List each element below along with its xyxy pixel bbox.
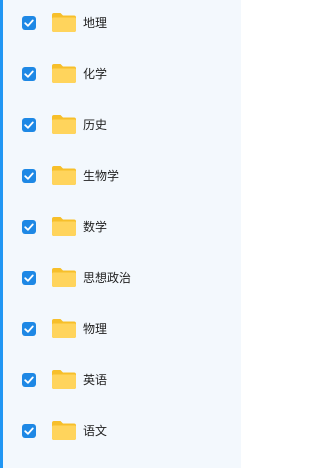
checkbox-checked[interactable] <box>22 424 36 438</box>
checkbox-checked[interactable] <box>22 67 36 81</box>
folder-icon <box>51 420 77 441</box>
checkbox-checked[interactable] <box>22 322 36 336</box>
folder-name: 思想政治 <box>83 271 132 285</box>
folder-icon <box>51 114 77 135</box>
list-item[interactable]: 地理 <box>0 0 241 51</box>
list-item[interactable]: 生物学 <box>0 153 241 204</box>
checkmark-icon <box>24 223 34 231</box>
folder-name: 地理 <box>83 16 108 30</box>
folder-name: 物理 <box>83 322 108 336</box>
checkbox-checked[interactable] <box>22 373 36 387</box>
folder-icon <box>51 12 77 33</box>
folder-name: 历史 <box>83 118 108 132</box>
folder-icon <box>51 216 77 237</box>
checkmark-icon <box>24 427 34 435</box>
folder-name: 数学 <box>83 220 108 234</box>
checkbox-checked[interactable] <box>22 169 36 183</box>
checkbox-checked[interactable] <box>22 16 36 30</box>
folder-name: 英语 <box>83 373 108 387</box>
folder-icon <box>51 369 77 390</box>
checkbox-checked[interactable] <box>22 118 36 132</box>
folder-list: 地理 化学 历史 生物学 数学 思想政治 物理 英语 语文 <box>0 0 241 459</box>
list-item[interactable]: 物理 <box>0 306 241 357</box>
checkmark-icon <box>24 274 34 282</box>
checkmark-icon <box>24 172 34 180</box>
folder-name: 化学 <box>83 67 108 81</box>
checkmark-icon <box>24 19 34 27</box>
checkbox-checked[interactable] <box>22 220 36 234</box>
checkmark-icon <box>24 70 34 78</box>
folder-icon <box>51 267 77 288</box>
list-item[interactable]: 历史 <box>0 102 241 153</box>
folder-icon <box>51 165 77 186</box>
folder-list-panel: 地理 化学 历史 生物学 数学 思想政治 物理 英语 语文 <box>0 0 241 468</box>
checkmark-icon <box>24 376 34 384</box>
list-item[interactable]: 语文 <box>0 408 241 459</box>
checkmark-icon <box>24 121 34 129</box>
list-item[interactable]: 英语 <box>0 357 241 408</box>
list-item[interactable]: 数学 <box>0 204 241 255</box>
checkbox-checked[interactable] <box>22 271 36 285</box>
list-item[interactable]: 思想政治 <box>0 255 241 306</box>
folder-name: 生物学 <box>83 169 120 183</box>
folder-icon <box>51 318 77 339</box>
checkmark-icon <box>24 325 34 333</box>
folder-icon <box>51 63 77 84</box>
folder-name: 语文 <box>83 424 108 438</box>
list-item[interactable]: 化学 <box>0 51 241 102</box>
